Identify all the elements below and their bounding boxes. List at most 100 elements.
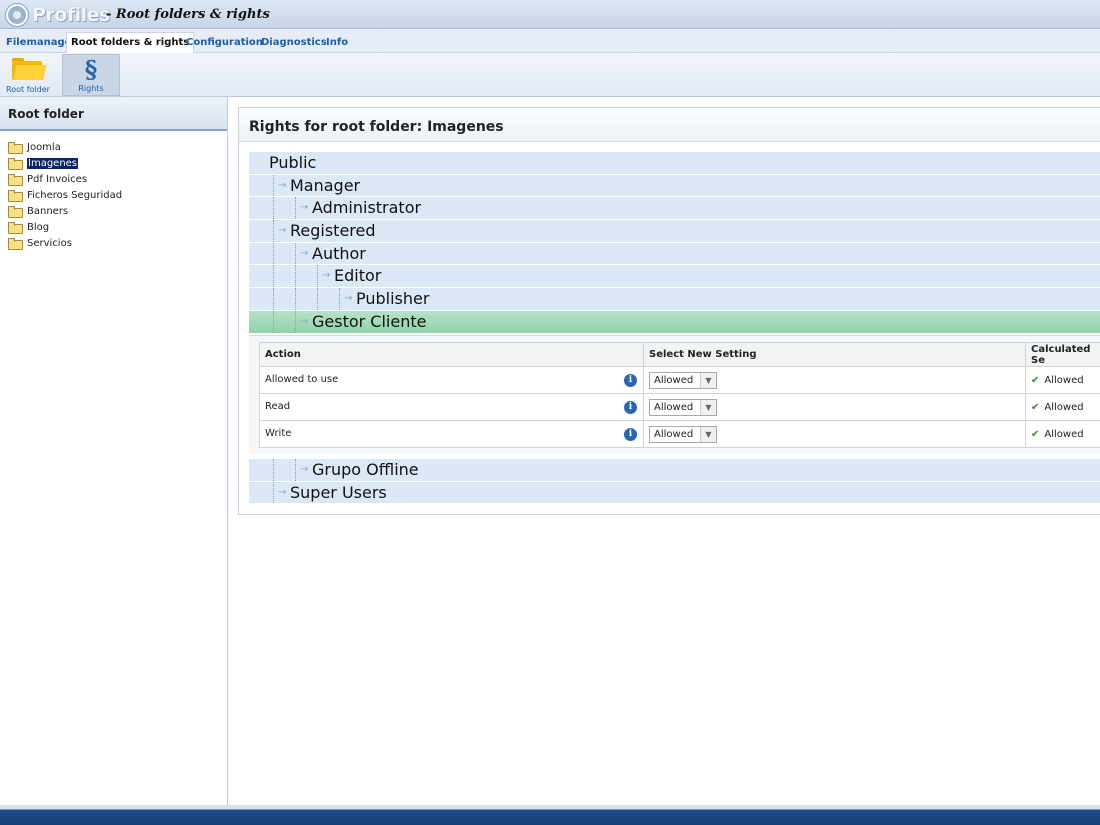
group-label-selected: Gestor Cliente	[312, 311, 427, 331]
profiles-logo: Profiles	[6, 2, 110, 28]
tree-arrow-icon: →	[322, 270, 331, 282]
group-label: Super Users	[290, 482, 387, 502]
chevron-down-icon: ▼	[700, 399, 716, 415]
folder-label: Blog	[27, 221, 50, 233]
group-row-grupo-offline[interactable]: → Grupo Offline	[249, 459, 1100, 482]
action-cell: Allowed to use i	[259, 366, 644, 394]
group-row-registered[interactable]: → Registered	[249, 220, 1100, 243]
folder-item-servicios[interactable]: Servicios	[8, 235, 227, 251]
calculated-cell: ✔ Allowed	[1025, 420, 1100, 448]
setting-cell: Allowed ▼	[643, 366, 1026, 394]
column-header-select-new-setting: Select New Setting	[643, 342, 1026, 367]
table-row: Write i Allowed ▼ ✔ Allowed	[259, 420, 1100, 448]
group-label: Author	[312, 243, 366, 263]
section-sign-icon: §	[84, 55, 98, 84]
table-row: Read i Allowed ▼ ✔ Allowed	[259, 393, 1100, 421]
folder-icon	[8, 142, 23, 154]
tab-bar: Filemanager Root folders & rights Config…	[0, 29, 1100, 54]
group-tree: Public → Manager → Administrator → Regis…	[249, 152, 1100, 334]
setting-select[interactable]: Allowed ▼	[649, 425, 717, 443]
tab-info[interactable]: Info	[322, 33, 352, 53]
folder-item-banners[interactable]: Banners	[8, 203, 227, 219]
group-label: Manager	[290, 175, 361, 195]
column-header-action: Action	[259, 342, 644, 367]
root-folder-panel-title: Root folder	[0, 97, 227, 131]
rights-button-label: Rights	[78, 84, 104, 93]
folder-icon	[12, 58, 47, 80]
info-icon[interactable]: i	[624, 373, 637, 387]
rights-button[interactable]: § Rights	[62, 54, 120, 96]
check-icon: ✔	[1031, 401, 1040, 413]
tree-arrow-icon: →	[278, 486, 287, 498]
folder-label: Banners	[27, 205, 69, 217]
tree-arrow-icon: →	[300, 247, 309, 259]
group-label: Registered	[290, 221, 376, 241]
root-folder-button[interactable]: Root folder	[2, 54, 54, 96]
action-label: Write	[265, 427, 292, 439]
group-label: Editor	[334, 266, 382, 286]
group-row-public[interactable]: Public	[249, 152, 1100, 175]
root-folder-panel: Root folder Joomla Imagenes Pdf Invoices…	[0, 97, 228, 805]
group-row-publisher[interactable]: → Publisher	[249, 288, 1100, 311]
tree-arrow-icon: →	[344, 293, 353, 305]
info-icon[interactable]: i	[624, 427, 637, 441]
check-icon: ✔	[1031, 374, 1040, 386]
folder-icon	[8, 190, 23, 202]
calculated-value: Allowed	[1044, 428, 1084, 440]
group-row-gestor-cliente[interactable]: → Gestor Cliente	[249, 310, 1100, 334]
setting-select[interactable]: Allowed ▼	[649, 371, 717, 389]
folder-open-icon	[8, 158, 23, 170]
tree-arrow-icon: →	[300, 464, 309, 475]
folder-item-ficheros-seguridad[interactable]: Ficheros Seguridad	[8, 187, 227, 203]
folder-label: Ficheros Seguridad	[27, 189, 123, 201]
taskbar	[0, 805, 1100, 825]
check-icon: ✔	[1031, 428, 1040, 440]
setting-cell: Allowed ▼	[643, 420, 1026, 448]
tab-diagnostics[interactable]: Diagnostics	[257, 33, 331, 53]
rights-panel: Rights for root folder: Imagenes Public …	[238, 107, 1100, 515]
folder-label-selected: Imagenes	[27, 157, 79, 169]
column-header-calculated-setting: Calculated Se	[1025, 342, 1100, 367]
folder-label: Joomla	[27, 141, 61, 153]
setting-select-value: Allowed	[654, 374, 694, 386]
group-label: Grupo Offline	[312, 460, 419, 479]
folder-label: Servicios	[27, 237, 72, 249]
folder-icon	[8, 206, 23, 218]
group-row-administrator[interactable]: → Administrator	[249, 197, 1100, 221]
folder-icon	[8, 222, 23, 234]
folder-tree: Joomla Imagenes Pdf Invoices Ficheros Se…	[0, 131, 227, 251]
group-row-author[interactable]: → Author	[249, 242, 1100, 266]
group-row-super-users[interactable]: → Super Users	[249, 481, 1100, 505]
group-label: Public	[269, 153, 317, 172]
calculated-value: Allowed	[1044, 401, 1084, 413]
folder-item-imagenes[interactable]: Imagenes	[8, 155, 227, 171]
folder-item-pdf-invoices[interactable]: Pdf Invoices	[8, 171, 227, 187]
action-label: Read	[265, 400, 291, 412]
tree-arrow-icon: →	[300, 202, 309, 214]
folder-item-blog[interactable]: Blog	[8, 219, 227, 235]
root-folder-button-label: Root folder	[6, 85, 50, 94]
app-header: Profiles - Root folders & rights	[0, 0, 1100, 29]
group-row-manager[interactable]: → Manager	[249, 174, 1100, 198]
action-cell: Read i	[259, 393, 644, 421]
tab-root-folders-rights[interactable]: Root folders & rights	[66, 32, 195, 54]
folder-icon	[8, 174, 23, 186]
group-row-editor[interactable]: → Editor	[249, 265, 1100, 289]
tree-arrow-icon: →	[278, 225, 287, 237]
chevron-down-icon: ▼	[700, 426, 716, 442]
toolbar: Root folder § Rights	[0, 53, 1100, 97]
calculated-cell: ✔ Allowed	[1025, 366, 1100, 394]
info-icon[interactable]: i	[624, 400, 637, 414]
calculated-cell: ✔ Allowed	[1025, 393, 1100, 421]
page-title: - Root folders & rights	[106, 7, 270, 22]
setting-select-value: Allowed	[654, 428, 694, 440]
tree-arrow-icon: →	[278, 179, 287, 191]
logo-text: Profiles	[32, 4, 110, 26]
rights-table-container: Action Select New Setting Calculated Se …	[249, 335, 1100, 454]
folder-item-joomla[interactable]: Joomla	[8, 139, 227, 155]
group-label: Publisher	[356, 289, 430, 309]
tab-configuration[interactable]: Configuration	[182, 33, 267, 53]
setting-select[interactable]: Allowed ▼	[649, 398, 717, 416]
group-tree-continued: → Grupo Offline → Super Users	[249, 459, 1100, 505]
gear-icon	[6, 4, 28, 26]
